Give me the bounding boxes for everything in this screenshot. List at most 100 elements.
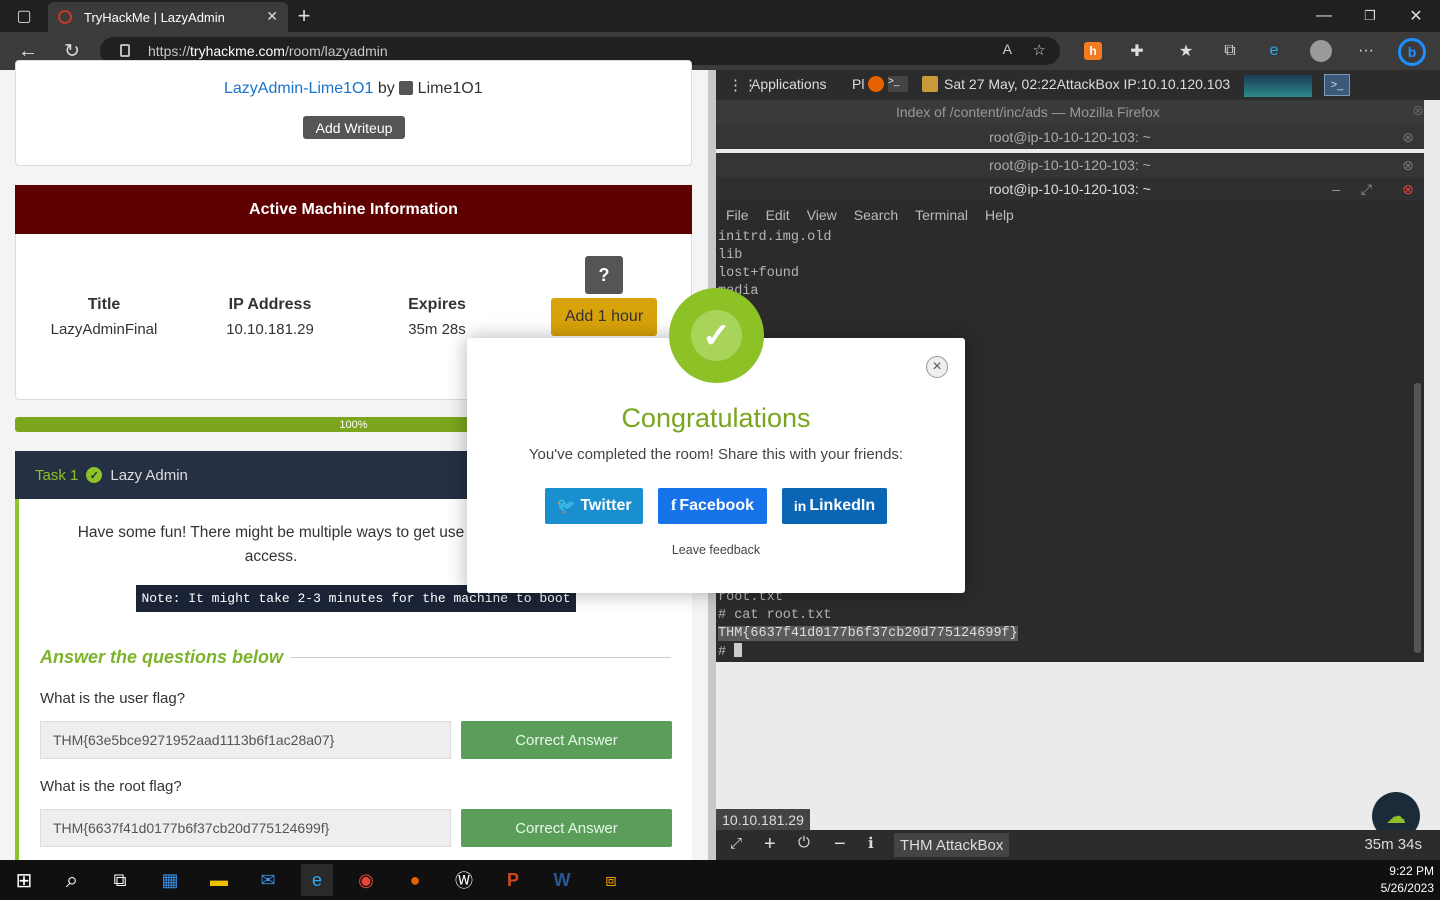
completion-badge-icon: ✓ bbox=[669, 288, 764, 383]
add-hour-button[interactable]: Add 1 hour bbox=[551, 298, 657, 336]
terminal-3-maximize-icon[interactable]: ⤢ bbox=[1361, 181, 1372, 198]
modal-close-button[interactable]: × bbox=[926, 356, 948, 378]
profile-avatar-icon[interactable] bbox=[1310, 40, 1332, 62]
window-close-icon[interactable]: ✕ bbox=[1404, 4, 1428, 28]
sublime-launcher-icon[interactable] bbox=[922, 76, 938, 92]
linkedin-icon: in bbox=[793, 498, 807, 514]
terminal-menu-file[interactable]: File bbox=[726, 207, 749, 223]
system-clock[interactable]: 9:22 PM 5/26/2023 bbox=[1340, 863, 1434, 897]
terminal-line: # cat root.txt bbox=[718, 608, 832, 623]
leave-feedback-link[interactable]: Leave feedback bbox=[467, 543, 965, 557]
new-tab-icon[interactable]: + bbox=[292, 3, 316, 28]
terminal-3-minimize-icon[interactable]: – bbox=[1332, 181, 1340, 197]
applications-menu[interactable]: Applications bbox=[751, 76, 827, 92]
start-windows-icon[interactable]: ⊞ bbox=[8, 864, 40, 896]
terminal-menu-search[interactable]: Search bbox=[854, 207, 898, 223]
task-name: Lazy Admin bbox=[110, 466, 188, 484]
edge-browser-icon[interactable]: e bbox=[301, 864, 333, 896]
tab-actions-icon[interactable]: ▢ bbox=[12, 4, 36, 28]
terminal-2-close-icon[interactable]: ⊗ bbox=[1402, 157, 1414, 174]
modal-title: Congratulations bbox=[621, 403, 811, 433]
machine-title-value: LazyAdminFinal bbox=[50, 321, 158, 338]
browser-tab[interactable]: TryHackMe | LazyAdmin ✕ bbox=[48, 2, 288, 32]
writeup-by-label: by bbox=[377, 80, 395, 97]
browser-essentials-icon[interactable]: e bbox=[1262, 39, 1286, 63]
writeup-link[interactable]: LazyAdmin-Lime1O1 bbox=[224, 80, 373, 97]
question-1-label: What is the user flag? bbox=[40, 690, 186, 707]
add-writeup-button[interactable]: Add Writeup bbox=[303, 116, 405, 139]
powerpoint-icon[interactable]: P bbox=[497, 864, 529, 896]
terminal-line: lost+found bbox=[718, 266, 800, 281]
attackbox-toolbar: ⤢ + ⏻ − ℹ THM AttackBox 35m 34s bbox=[716, 830, 1440, 860]
close-tab-icon[interactable]: ✕ bbox=[266, 8, 278, 25]
extend-time-icon[interactable]: + bbox=[764, 833, 776, 856]
vpn-app-icon[interactable]: ⧈ bbox=[595, 864, 627, 896]
collections-icon[interactable]: ⧉ bbox=[1218, 39, 1242, 63]
terminal-3-close-icon[interactable]: ⊗ bbox=[1402, 181, 1414, 198]
terminal-prompt: # bbox=[718, 645, 727, 660]
wordpress-icon[interactable]: Ⓦ bbox=[448, 864, 480, 896]
info-icon[interactable]: ℹ bbox=[868, 834, 874, 852]
minimize-icon[interactable]: — bbox=[1312, 4, 1336, 28]
terminal-menu-view[interactable]: View bbox=[807, 207, 837, 223]
facebook-label: Facebook bbox=[679, 497, 754, 514]
chrome-browser-icon[interactable]: ◉ bbox=[350, 864, 382, 896]
bing-chat-icon[interactable]: b bbox=[1398, 38, 1426, 66]
word-icon[interactable]: W bbox=[546, 864, 578, 896]
question-2-answer-input[interactable]: THM{6637f41d0177b6f37cb20d775124699f} bbox=[40, 809, 451, 847]
terminal-window-3[interactable]: root@ip-10-10-120-103: ~ – ⤢ ⊗ bbox=[716, 177, 1424, 201]
tab-title: TryHackMe | LazyAdmin bbox=[84, 9, 225, 25]
machine-header: Active Machine Information bbox=[15, 185, 692, 234]
terminal-scrollbar[interactable] bbox=[1414, 383, 1421, 653]
task-view-icon[interactable]: ⧉ bbox=[104, 864, 136, 896]
terminal-window-1-title: root@ip-10-10-120-103: ~ bbox=[989, 129, 1151, 145]
attackbox-top-panel: ⋮⋮ Applications Pl >_ Sat 27 May, 02:22A… bbox=[716, 70, 1440, 100]
fullscreen-icon[interactable]: ⤢ bbox=[730, 835, 742, 852]
terminal-menu-edit[interactable]: Edit bbox=[766, 207, 790, 223]
extensions-puzzle-icon[interactable]: ✚ bbox=[1125, 39, 1149, 63]
machine-help-button[interactable]: ? bbox=[585, 256, 623, 294]
firefox-launcher-icon[interactable] bbox=[868, 76, 884, 92]
read-aloud-icon[interactable]: A bbox=[1003, 41, 1012, 57]
terminal-menu-help[interactable]: Help bbox=[985, 207, 1014, 223]
terminal-window-3-title: root@ip-10-10-120-103: ~ bbox=[989, 181, 1151, 197]
terminal-1-close-icon[interactable]: ⊗ bbox=[1402, 129, 1414, 146]
author-avatar bbox=[399, 81, 414, 95]
mail-app-icon[interactable]: ✉ bbox=[252, 864, 284, 896]
facebook-share-button[interactable]: f Facebook bbox=[658, 488, 767, 524]
calendar-app-icon[interactable]: ▦ bbox=[154, 864, 186, 896]
power-icon[interactable]: ⏻ bbox=[798, 834, 810, 851]
machine-ip-value: 10.10.181.29 bbox=[226, 321, 314, 338]
places-menu[interactable]: Pl bbox=[852, 76, 864, 92]
terminal-window-1[interactable]: root@ip-10-10-120-103: ~ ⊗ bbox=[716, 125, 1424, 149]
linkedin-share-button[interactable]: in LinkedIn bbox=[782, 488, 887, 524]
twitter-icon: 🐦 bbox=[556, 498, 577, 515]
firefox-close-icon[interactable]: ⊗ bbox=[1412, 102, 1424, 119]
firefox-browser-icon[interactable]: ● bbox=[399, 864, 431, 896]
settings-more-icon[interactable]: ··· bbox=[1354, 39, 1378, 63]
terminal-window-icon[interactable]: >_ bbox=[1324, 74, 1350, 96]
twitter-share-button[interactable]: 🐦 Twitter bbox=[545, 488, 643, 524]
facebook-icon: f bbox=[670, 497, 677, 514]
terminal-launcher-icon[interactable]: >_ bbox=[888, 76, 908, 92]
minimize-attackbox-icon[interactable]: − bbox=[834, 833, 846, 856]
task-number: Task 1 bbox=[35, 466, 79, 484]
extension-icon[interactable]: h bbox=[1084, 42, 1102, 60]
twitter-label: Twitter bbox=[580, 497, 632, 514]
search-icon[interactable]: ⌕ bbox=[56, 864, 88, 896]
linkedin-label: LinkedIn bbox=[809, 497, 876, 514]
firefox-window-titlebar[interactable]: Index of /content/inc/ads — Mozilla Fire… bbox=[716, 100, 1424, 125]
col-ip-header: IP Address bbox=[228, 296, 312, 313]
question-2-correct-button[interactable]: Correct Answer bbox=[461, 809, 672, 847]
favorite-add-icon[interactable]: ☆ bbox=[1033, 41, 1046, 59]
writeup-author[interactable]: Lime1O1 bbox=[418, 80, 483, 97]
question-1-answer-input[interactable]: THM{63e5bce9271952aad1113b6f1ac28a07} bbox=[40, 721, 451, 759]
question-1-correct-button[interactable]: Correct Answer bbox=[461, 721, 672, 759]
url-path: /room/lazyadmin bbox=[284, 43, 388, 59]
favorites-icon[interactable]: ★ bbox=[1174, 39, 1198, 63]
terminal-window-2[interactable]: root@ip-10-10-120-103: ~ ⊗ bbox=[716, 153, 1424, 177]
file-explorer-icon[interactable]: ▬ bbox=[203, 864, 235, 896]
url-host: tryhackme.com bbox=[190, 43, 285, 59]
restore-icon[interactable]: ❐ bbox=[1358, 4, 1382, 28]
terminal-menu-terminal[interactable]: Terminal bbox=[915, 207, 968, 223]
